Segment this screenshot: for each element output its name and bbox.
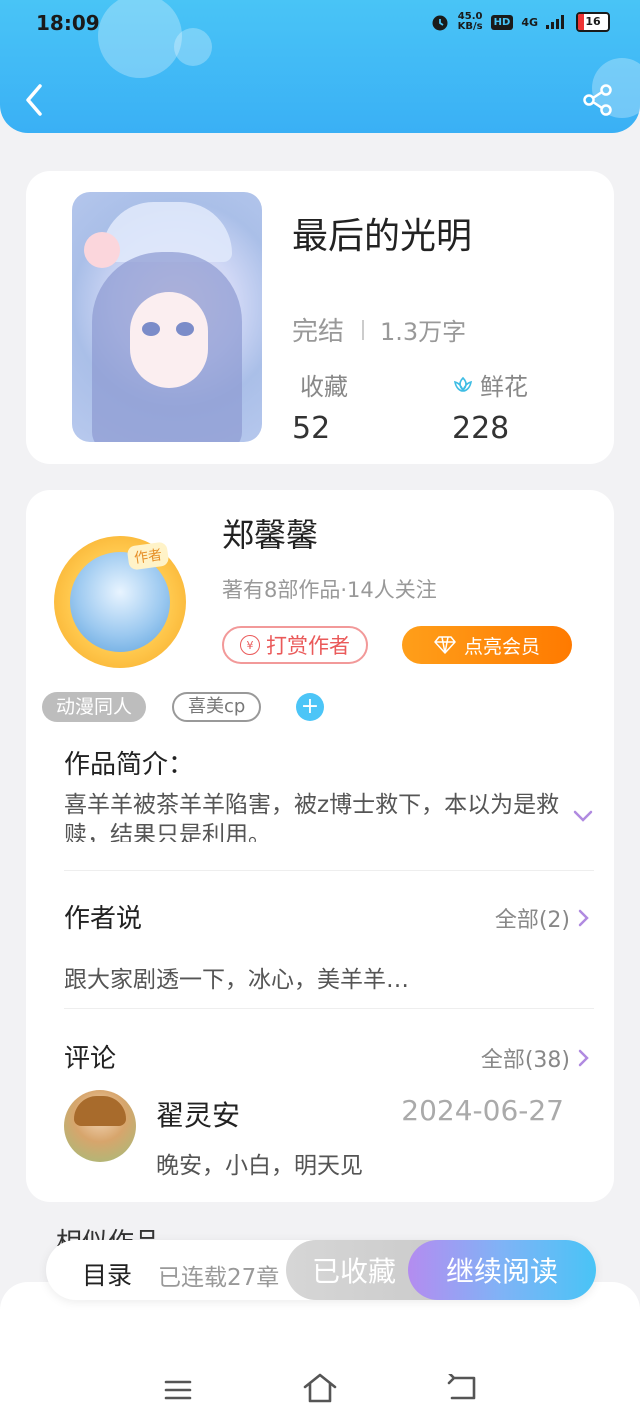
vip-button[interactable]: 点亮会员 <box>402 626 572 664</box>
author-badge: 作者 <box>126 541 170 571</box>
tag-anime[interactable]: 动漫同人 <box>42 692 147 722</box>
system-nav-bar <box>0 1282 640 1422</box>
word-count: 1.3万字 <box>380 318 467 346</box>
intro-text[interactable]: 喜羊羊被茶羊羊陷害，被z博士救下，本以为是救赎，结果只是利用。 <box>64 790 564 842</box>
comment-text[interactable]: 晚安，小白，明天见 <box>156 1146 363 1180</box>
flowers-label: 鲜花 <box>480 373 528 401</box>
cover-eye <box>142 322 160 336</box>
menu-icon[interactable] <box>164 1378 192 1402</box>
battery-level <box>578 14 584 30</box>
tip-author-button[interactable]: ¥ 打赏作者 <box>222 626 368 664</box>
comment-date: 2024-06-27 <box>401 1094 564 1127</box>
author-says-more-label: 全部(2) <box>494 908 570 933</box>
toc-button[interactable]: 目录 <box>82 1256 132 1292</box>
tag-cp[interactable]: 喜美cp <box>172 692 262 722</box>
tip-author-label: 打赏作者 <box>266 634 350 658</box>
net-speed: 45.0 KB/s <box>458 12 483 32</box>
share-icon[interactable] <box>580 82 616 118</box>
flower-icon <box>454 376 472 392</box>
signal-label: 4G <box>521 15 538 29</box>
cover-eye <box>176 322 194 336</box>
continue-reading-button[interactable]: 继续阅读 <box>408 1240 596 1300</box>
commenter-avatar-hair <box>74 1096 126 1126</box>
back-icon[interactable] <box>20 80 50 120</box>
status-time: 18:09 <box>36 11 100 35</box>
author-says-text[interactable]: 跟大家剧透一下，冰心，美羊羊… <box>64 960 409 994</box>
book-title: 最后的光明 <box>292 216 473 257</box>
author-says-title: 作者说 <box>64 904 143 934</box>
author-name[interactable]: 郑馨馨 <box>222 510 318 556</box>
comments-more[interactable]: 全部(38) <box>481 1042 590 1074</box>
status-icons: 45.0 KB/s HD 4G 16 <box>430 12 610 32</box>
battery-value: 16 <box>585 15 601 28</box>
add-tag-button[interactable]: + <box>296 693 324 721</box>
status-bar: 18:09 45.0 KB/s HD 4G 16 <box>0 0 640 48</box>
author-info: 著有8部作品·14人关注 <box>222 578 437 602</box>
net-speed-unit: KB/s <box>457 21 483 32</box>
meta-divider <box>362 319 365 340</box>
commenter-avatar[interactable] <box>64 1090 136 1162</box>
book-info-card: 最后的光明 完结 1.3万字 收藏 52 鲜花 228 <box>26 171 614 464</box>
intro-title: 作品简介： <box>64 750 195 780</box>
details-card: 作者 郑馨馨 著有8部作品·14人关注 ¥ 打赏作者 点亮会员 动漫同人 喜美c… <box>26 490 614 1202</box>
flowers-value: 228 <box>452 411 510 446</box>
diamond-icon <box>434 636 456 654</box>
app-header: 18:09 45.0 KB/s HD 4G 16 <box>0 0 640 133</box>
yen-icon: ¥ <box>240 635 260 655</box>
alarm-icon <box>432 15 448 31</box>
back-nav-icon[interactable] <box>446 1374 478 1402</box>
chevron-right-icon <box>578 1049 589 1067</box>
author-says-more[interactable]: 全部(2) <box>495 902 590 934</box>
book-status: 完结 <box>292 317 345 347</box>
favorites-value: 52 <box>292 411 331 446</box>
comments-more-label: 全部(38) <box>480 1048 570 1073</box>
signal-icon <box>546 15 564 29</box>
chevron-right-icon <box>578 909 589 927</box>
flowers-stat[interactable]: 鲜花 <box>452 367 528 402</box>
vip-label: 点亮会员 <box>463 635 540 658</box>
book-meta: 完结 1.3万字 <box>292 311 466 348</box>
home-icon[interactable] <box>302 1372 338 1404</box>
serial-status: 已连载27章 <box>158 1265 280 1291</box>
divider <box>64 1008 594 1009</box>
comments-title: 评论 <box>64 1044 117 1074</box>
divider <box>64 870 594 871</box>
hd-icon: HD <box>490 14 514 30</box>
cover-flower <box>84 232 120 268</box>
author-avatar[interactable]: 作者 <box>54 536 186 668</box>
cover-face <box>130 292 208 388</box>
favorites-label: 收藏 <box>300 373 348 401</box>
commenter-name[interactable]: 翟灵安 <box>156 1094 240 1134</box>
chevron-down-icon[interactable] <box>570 806 596 826</box>
battery-icon: 16 <box>576 12 610 32</box>
bottom-action-bar: 目录 已连载27章 已收藏 继续阅读 <box>46 1240 596 1300</box>
book-cover-image[interactable] <box>72 192 262 442</box>
